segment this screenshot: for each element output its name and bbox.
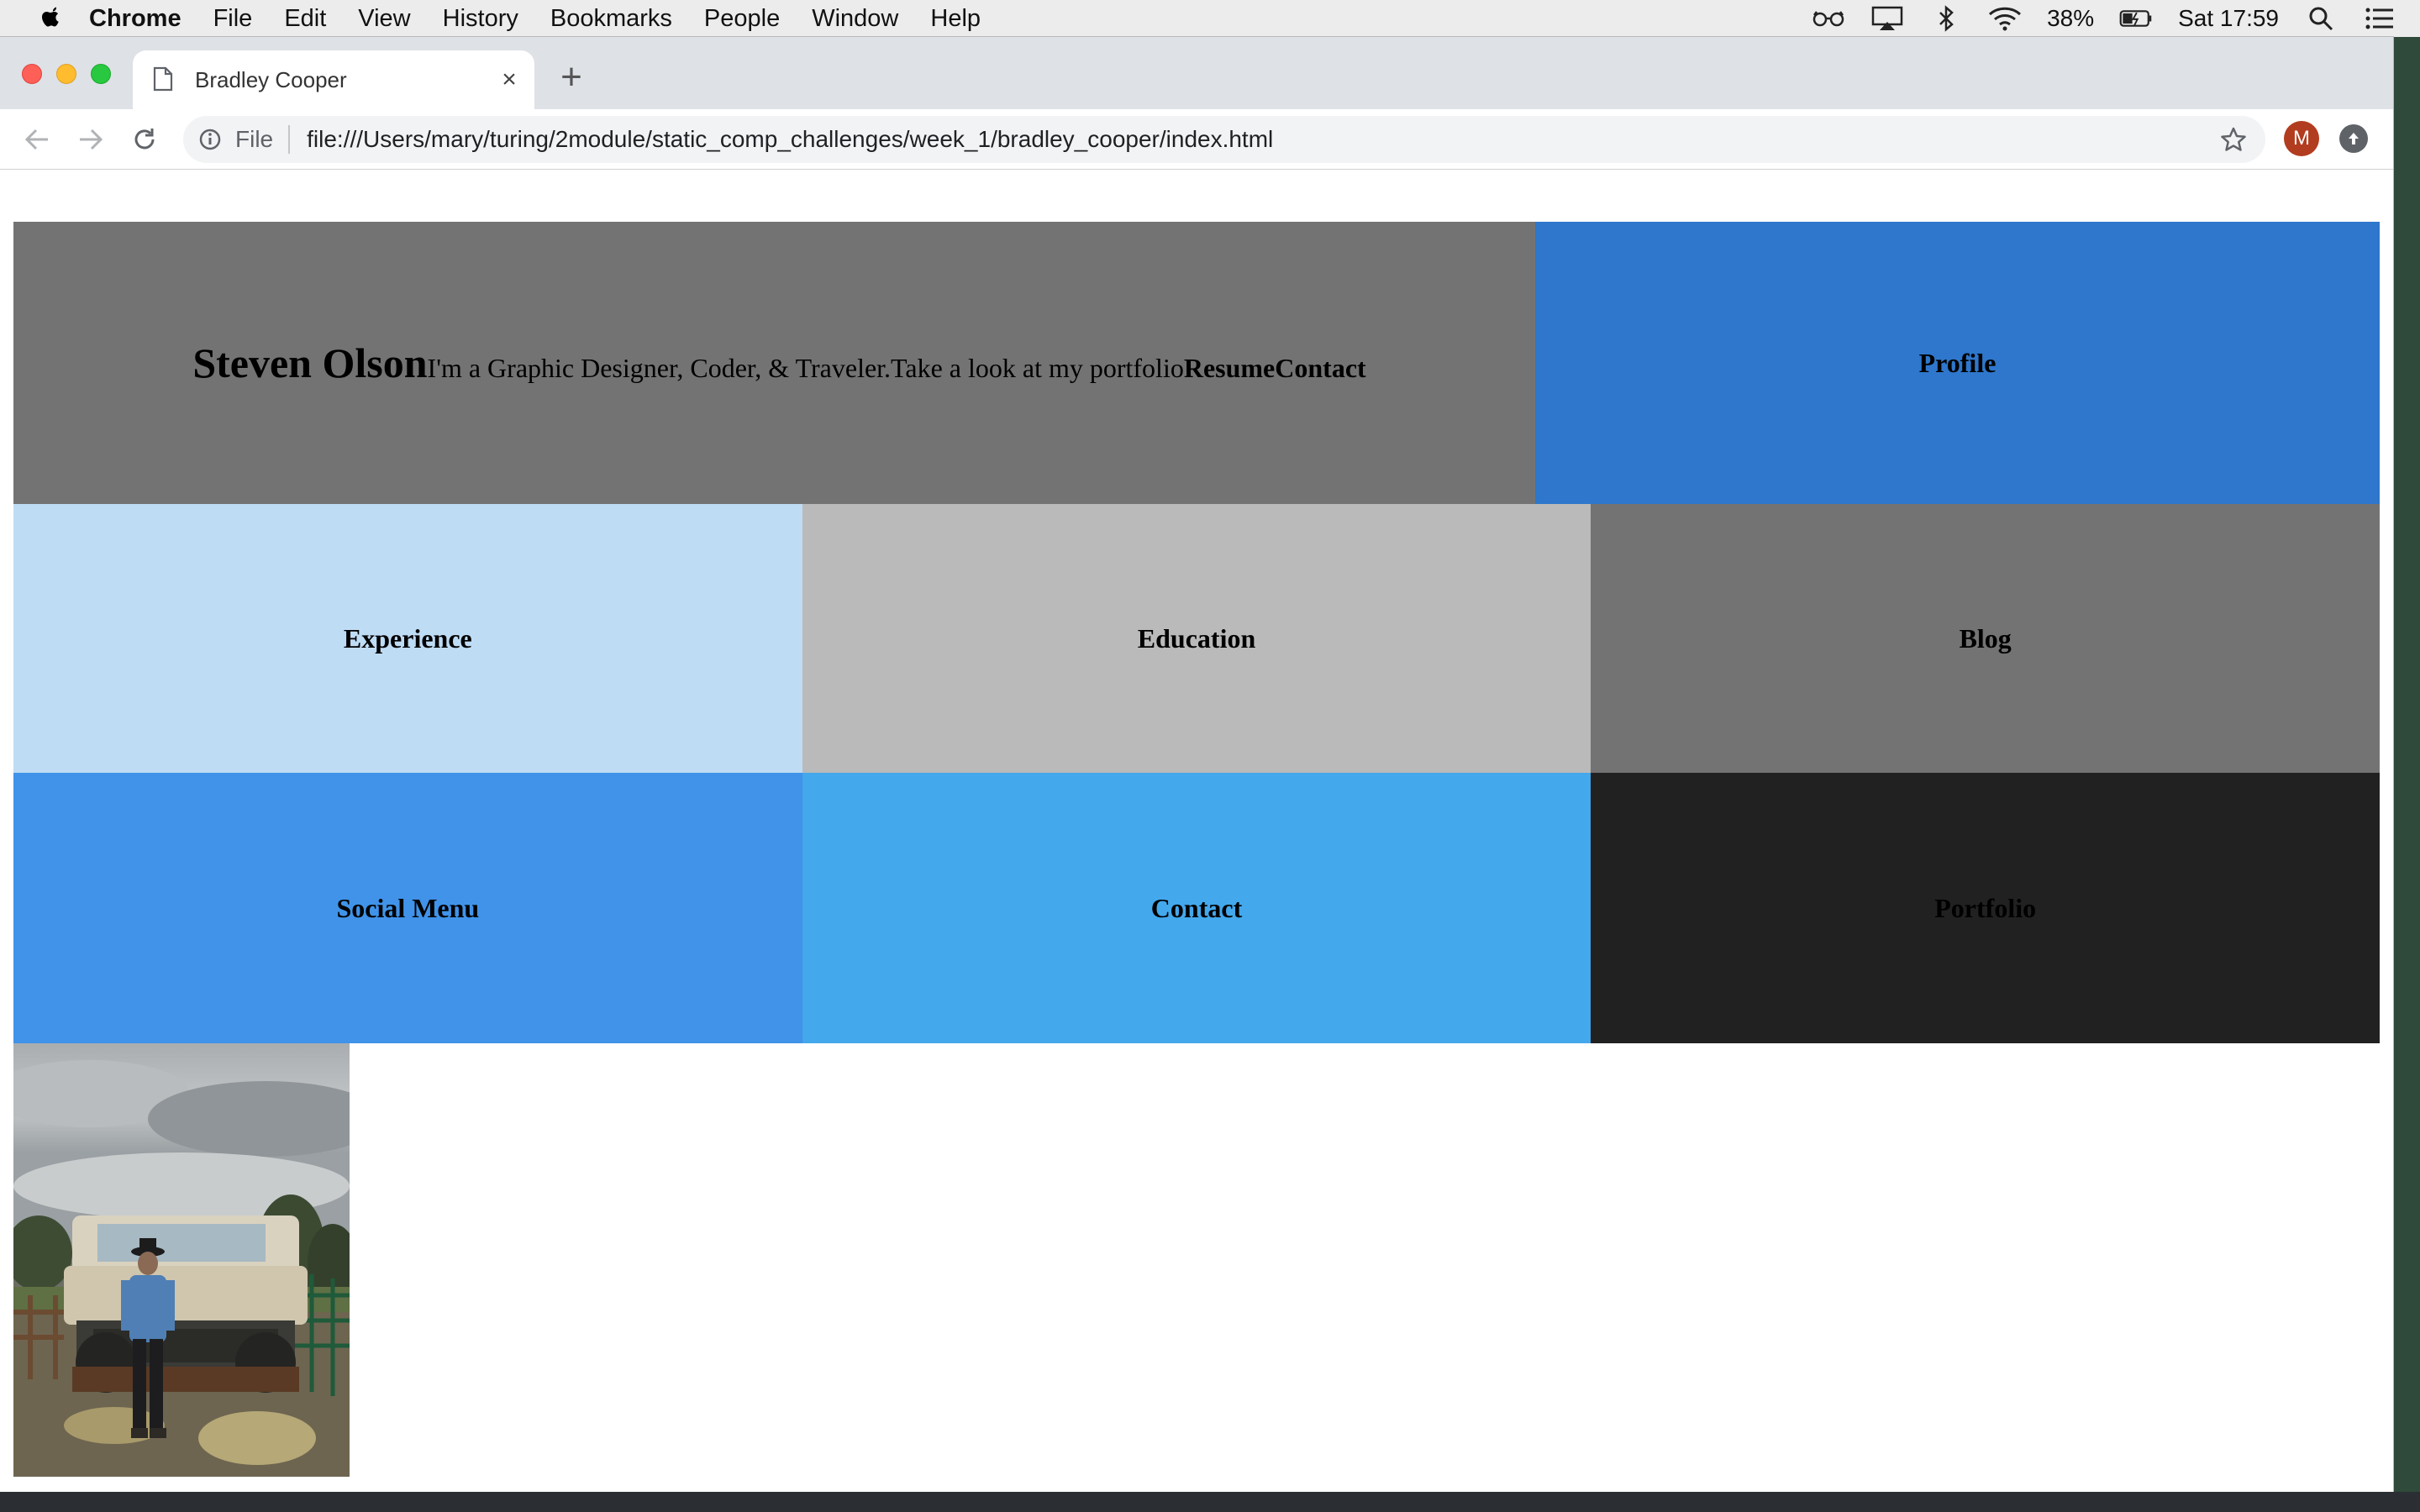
grid-row-header: Steven Olson I'm a Graphic Designer, Cod… <box>13 222 2380 504</box>
experience-tile[interactable]: Experience <box>13 504 802 773</box>
browser-toolbar: File file:///Users/mary/turing/2module/s… <box>0 109 2393 170</box>
reading-glasses-icon[interactable] <box>1812 5 1845 32</box>
tile-grid: Steven Olson I'm a Graphic Designer, Cod… <box>13 222 2381 1043</box>
blog-tile[interactable]: Blog <box>1591 504 2381 773</box>
back-arrow-icon[interactable] <box>20 123 54 156</box>
portfolio-prompt-text: Take a look at my portfolio <box>891 353 1184 383</box>
battery-percentage: 38% <box>2047 5 2095 31</box>
profile-tile-label: Profile <box>1918 347 1996 378</box>
chrome-window: Bradley Cooper × + File file:///Users/ma… <box>0 37 2393 1492</box>
portfolio-tile-label: Portfolio <box>1934 892 2037 923</box>
contact-tile[interactable]: Contact <box>802 773 1591 1043</box>
contact-tile-label: Contact <box>1150 892 1243 923</box>
close-window-button[interactable] <box>22 64 42 84</box>
forward-arrow-icon[interactable] <box>74 123 108 156</box>
apple-icon[interactable] <box>32 5 69 32</box>
minimize-window-button[interactable] <box>56 64 76 84</box>
profile-photo-drawing <box>13 1043 350 1477</box>
menu-window[interactable]: Window <box>812 5 898 33</box>
menu-people[interactable]: People <box>704 5 780 33</box>
new-tab-button[interactable]: + <box>556 59 587 96</box>
header-tile: Steven Olson I'm a Graphic Designer, Cod… <box>13 222 1535 504</box>
experience-tile-label: Experience <box>343 622 472 654</box>
desktop-background <box>2393 37 2420 1512</box>
profile-avatar[interactable]: M <box>2284 121 2319 156</box>
menu-bookmarks[interactable]: Bookmarks <box>550 5 672 33</box>
menu-file[interactable]: File <box>213 5 253 33</box>
reload-icon[interactable] <box>128 123 161 156</box>
header-content: Steven Olson I'm a Graphic Designer, Cod… <box>192 339 1365 387</box>
site-owner-name: Steven Olson <box>192 339 428 386</box>
airplay-icon[interactable] <box>1870 5 1904 32</box>
education-tile[interactable]: Education <box>802 504 1591 773</box>
menu-bar-status-area: 38% Sat 17:59 <box>1812 5 2396 32</box>
portfolio-tile[interactable]: Portfolio <box>1591 773 2381 1043</box>
close-tab-button[interactable]: × <box>492 63 526 97</box>
url-text[interactable]: file:///Users/mary/turing/2module/static… <box>307 126 2217 153</box>
wifi-icon[interactable] <box>1988 5 2022 32</box>
battery-icon[interactable] <box>2119 5 2153 32</box>
notification-center-icon[interactable] <box>2363 5 2396 32</box>
tab-strip: Bradley Cooper × + <box>0 37 2393 109</box>
window-controls <box>22 64 111 84</box>
tab-bradley-cooper[interactable]: Bradley Cooper × <box>133 50 534 109</box>
menu-help[interactable]: Help <box>930 5 981 33</box>
social-menu-tile-label: Social Menu <box>336 892 480 923</box>
menu-history[interactable]: History <box>443 5 518 33</box>
blog-tile-label: Blog <box>1959 622 2012 654</box>
extension-icon[interactable] <box>2339 124 2368 153</box>
education-tile-label: Education <box>1137 622 1256 654</box>
scheme-label: File <box>235 125 291 154</box>
page-viewport: Steven Olson I'm a Graphic Designer, Cod… <box>0 170 2393 1492</box>
macos-menu-bar: Chrome File Edit View History Bookmarks … <box>0 0 2420 37</box>
zoom-window-button[interactable] <box>91 64 111 84</box>
profile-photo <box>13 1043 350 1477</box>
tagline-text: I'm a Graphic Designer, Coder, & Travele… <box>427 353 892 383</box>
clock[interactable]: Sat 17:59 <box>2178 5 2279 32</box>
tab-title: Bradley Cooper <box>195 66 347 92</box>
social-menu-tile[interactable]: Social Menu <box>13 773 802 1043</box>
menu-view[interactable]: View <box>358 5 410 33</box>
info-icon[interactable] <box>197 126 224 153</box>
contact-link[interactable]: Contact <box>1275 353 1365 384</box>
profile-tile[interactable]: Profile <box>1535 222 2380 504</box>
menu-app-name[interactable]: Chrome <box>89 5 182 33</box>
document-icon <box>153 66 178 93</box>
resume-link[interactable]: Resume <box>1184 353 1275 384</box>
spotlight-search-icon[interactable] <box>2304 5 2338 32</box>
address-bar[interactable]: File file:///Users/mary/turing/2module/s… <box>183 116 2265 163</box>
grid-row-2: Experience Education Blog <box>13 504 2381 773</box>
bluetooth-icon[interactable] <box>1929 5 1963 32</box>
bookmark-star-icon[interactable] <box>2217 123 2250 156</box>
grid-row-3: Social Menu Contact Portfolio <box>13 773 2381 1043</box>
desktop-background-bottom <box>0 1492 2420 1512</box>
menu-edit[interactable]: Edit <box>284 5 326 33</box>
